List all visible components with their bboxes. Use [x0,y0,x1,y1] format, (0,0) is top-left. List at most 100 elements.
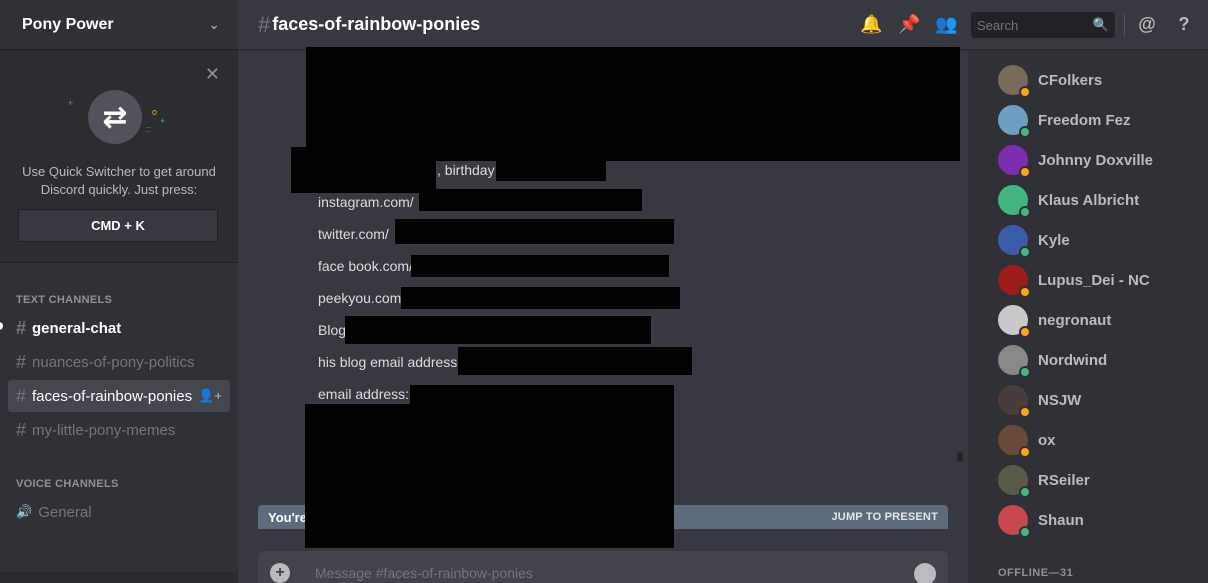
jump-to-present-button[interactable]: JUMP TO PRESENT [831,511,938,523]
member-item[interactable]: negronaut [998,305,1111,338]
chevron-down-icon[interactable]: ⌄ [208,16,220,33]
redacted-block [411,255,669,277]
members-icon[interactable]: 👥 [935,14,957,35]
member-name: CFolkers [1038,71,1103,89]
avatar [998,465,1031,498]
message-line: , birthday [437,162,495,178]
sparkle-icon: + [68,98,74,108]
status-indicator [1019,326,1031,338]
quick-switcher-shortcut[interactable]: CMD + K [18,209,218,242]
status-indicator [1019,166,1031,178]
channel-my-little-pony-memes[interactable]: # my-little-pony-memes [8,414,230,446]
add-user-icon[interactable]: 👤+ [198,388,222,404]
avatar [998,265,1031,298]
plus-icon[interactable]: + [270,563,290,583]
message-line: peekyou.com [318,290,402,306]
member-item[interactable]: RSeiler [998,465,1090,498]
status-indicator [1019,526,1031,538]
avatar [998,105,1031,138]
status-indicator [1019,126,1031,138]
search-placeholder: Search [977,17,1019,33]
server-name: Pony Power [22,15,114,33]
message-input[interactable] [315,565,875,581]
member-name: Kyle [1038,231,1070,249]
header-divider [1124,14,1125,36]
emoji-icon[interactable] [914,563,936,583]
member-item[interactable]: Shaun [998,505,1084,538]
member-item[interactable]: Lupus_Dei - NC [998,265,1150,298]
hash-icon: # [16,419,27,440]
status-indicator [1019,86,1031,98]
avatar [998,225,1031,258]
redacted-block [306,47,960,161]
member-name: Lupus_Dei - NC [1038,271,1150,289]
avatar [998,345,1031,378]
redacted-block [401,287,680,309]
status-indicator [1019,286,1031,298]
channel-label: my-little-pony-memes [32,421,176,439]
status-indicator [1019,446,1031,458]
channel-title: faces-of-rainbow-ponies [272,14,481,34]
channel-label: faces-of-rainbow-ponies [32,387,193,405]
member-item[interactable]: Nordwind [998,345,1108,378]
member-name: Nordwind [1038,351,1108,369]
channel-sidebar: Pony Power ⌄ ✕ + o + :: ⇄ Use Quick Swit… [0,0,238,583]
search-icon: 🔍 [1092,17,1109,32]
hash-icon: # [16,317,27,338]
speaker-icon: 🔊 [16,504,33,519]
redacted-block [345,316,651,344]
at-icon[interactable]: @ [1136,14,1158,35]
channel-label: general-chat [32,319,122,337]
quick-switcher-panel: ✕ + o + :: ⇄ Use Quick Switcher to get a… [0,52,238,263]
hash-icon: # [16,351,27,372]
quick-switcher-text: Use Quick Switcher to get around Discord… [22,164,216,197]
close-icon[interactable]: ✕ [205,64,220,85]
channel-faces-of-rainbow-ponies[interactable]: # faces-of-rainbow-ponies 👤+ [8,380,230,412]
redacted-block [410,385,674,405]
bell-icon[interactable]: 🔔 [860,14,882,35]
sparkle-icon: + [160,116,166,126]
status-indicator [1019,206,1031,218]
text-channels-category[interactable]: TEXT CHANNELS [16,294,112,306]
pin-icon[interactable]: 📌 [898,14,920,35]
voice-channels-category[interactable]: VOICE CHANNELS [16,478,119,490]
channel-nuances-of-pony-politics[interactable]: # nuances-of-pony-politics [8,346,230,378]
avatar [998,425,1031,458]
redacted-block [458,347,692,375]
search-box[interactable]: Search 🔍 [971,12,1115,38]
avatar [998,385,1031,418]
member-item[interactable]: Kyle [998,225,1070,258]
status-indicator [1019,406,1031,418]
unread-indicator [0,322,3,330]
redacted-block [496,159,606,181]
message-line: email address: [318,386,410,402]
avatar [998,185,1031,218]
voice-channel-general[interactable]: 🔊 General [8,496,230,528]
offline-section-header: OFFLINE—31 [998,567,1074,579]
channel-label: nuances-of-pony-politics [32,353,195,371]
message-line: face book.com/ [318,258,413,274]
help-icon[interactable]: ? [1173,14,1195,35]
member-list: CFolkers Freedom Fez Johnny Doxville Kla… [968,50,1208,583]
member-item[interactable]: CFolkers [998,65,1103,98]
member-item[interactable]: Freedom Fez [998,105,1131,138]
user-panel [0,572,238,583]
hash-icon: # [16,385,27,406]
scrollbar[interactable] [957,452,963,462]
message-line: instagram.com/ [318,194,414,210]
member-name: Klaus Albricht [1038,191,1140,209]
member-name: Shaun [1038,511,1084,529]
swap-arrows-icon: ⇄ [88,90,142,144]
member-item[interactable]: Klaus Albricht [998,185,1140,218]
member-name: RSeiler [1038,471,1090,489]
member-item[interactable]: NSJW [998,385,1081,418]
member-item[interactable]: ox [998,425,1056,458]
server-header[interactable]: Pony Power ⌄ [0,0,238,50]
member-item[interactable]: Johnny Doxville [998,145,1153,178]
jump-bar-message: You're [268,509,307,525]
message-line: Blog [318,322,347,338]
avatar [998,145,1031,178]
channel-general-chat[interactable]: # general-chat [8,312,230,344]
redacted-block [395,219,674,244]
avatar [998,505,1031,538]
